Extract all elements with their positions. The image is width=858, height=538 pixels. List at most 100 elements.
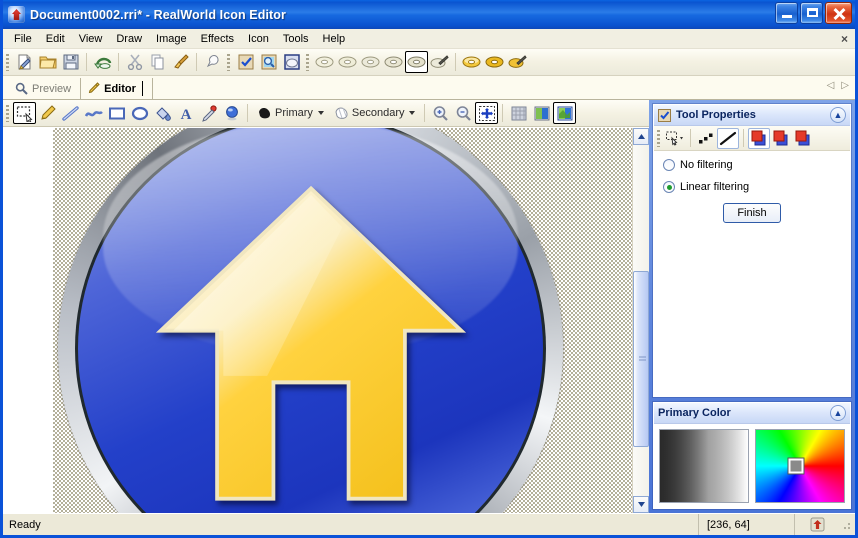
pencil-icon[interactable] — [36, 102, 59, 124]
minimize-button[interactable] — [775, 2, 798, 24]
layers-icon[interactable] — [530, 102, 553, 124]
option-no-filtering[interactable]: No filtering — [663, 159, 841, 171]
tool-properties-grip[interactable] — [657, 130, 660, 147]
grid-icon[interactable] — [507, 102, 530, 124]
tab-preview-label: Preview — [32, 83, 71, 95]
disc-gray-1-icon[interactable] — [313, 51, 336, 73]
disc-gray-3-icon[interactable] — [359, 51, 382, 73]
radio-linear-filtering[interactable] — [663, 181, 675, 193]
chevron-down-icon[interactable] — [318, 111, 324, 115]
open-folder-icon[interactable] — [36, 51, 59, 73]
toolbar-separator — [196, 53, 197, 71]
disc-pen-gray-icon[interactable] — [428, 51, 451, 73]
sphere-icon[interactable] — [220, 102, 243, 124]
tab-editor[interactable]: Editor — [80, 78, 153, 99]
toolbar-grip[interactable] — [6, 54, 9, 71]
menu-item-edit[interactable]: Edit — [39, 31, 72, 47]
alpha-gradient[interactable] — [659, 429, 749, 503]
combine-add-icon[interactable] — [770, 128, 792, 149]
rectangle-icon[interactable] — [105, 102, 128, 124]
cut-scissors-icon[interactable] — [123, 51, 146, 73]
chevron-up-icon[interactable]: ▲ — [830, 107, 846, 123]
menu-item-image[interactable]: Image — [149, 31, 194, 47]
selection-mode-icon[interactable] — [664, 128, 686, 149]
disc-gold-1-icon[interactable] — [460, 51, 483, 73]
color-cursor[interactable] — [789, 459, 804, 474]
tool-properties-separator — [690, 129, 691, 147]
disc-gray-4-icon[interactable] — [382, 51, 405, 73]
tool-properties-separator-2 — [743, 129, 744, 147]
menu-item-help[interactable]: Help — [316, 31, 353, 47]
chevron-down-icon[interactable] — [409, 111, 415, 115]
secondary-color-button[interactable]: Secondary — [329, 103, 421, 123]
close-button[interactable] — [825, 2, 852, 24]
rect-select-icon[interactable] — [13, 102, 36, 124]
eyedropper-icon[interactable] — [197, 102, 220, 124]
menu-item-draw[interactable]: Draw — [109, 31, 149, 47]
canvas-vertical-scrollbar[interactable] — [632, 128, 649, 513]
option-linear-filtering[interactable]: Linear filtering — [663, 181, 841, 193]
toolbar-separator — [86, 53, 87, 71]
primary-color-panel: Primary Color ▲ — [653, 402, 851, 509]
disc-gray-2-icon[interactable] — [336, 51, 359, 73]
checkbox-icon[interactable] — [234, 51, 257, 73]
bulb-icon[interactable] — [201, 51, 224, 73]
disc-gray-5-icon[interactable] — [405, 51, 428, 73]
zoom-in-icon[interactable] — [429, 102, 452, 124]
line-icon[interactable] — [59, 102, 82, 124]
toolbar-grip-3[interactable] — [306, 54, 309, 71]
canvas[interactable] — [3, 128, 632, 513]
tab-text-caret — [142, 81, 143, 96]
primary-color-button[interactable]: Primary — [252, 103, 329, 123]
editor-toolbar-grip[interactable] — [6, 105, 9, 122]
fit-icon[interactable] — [475, 102, 498, 124]
menu-item-effects[interactable]: Effects — [194, 31, 241, 47]
save-floppy-icon[interactable] — [59, 51, 82, 73]
tab-scroll-left-icon[interactable]: ◁ — [827, 80, 835, 91]
window-title: Document0002.rri* - RealWorld Icon Edito… — [30, 8, 286, 22]
combine-replace-icon[interactable] — [748, 128, 770, 149]
tab-scroll-right-icon[interactable]: ▷ — [841, 80, 849, 91]
ellipse-icon[interactable] — [128, 102, 151, 124]
new-document-icon[interactable] — [13, 51, 36, 73]
scroll-thumb[interactable] — [633, 271, 649, 447]
close-document-button[interactable]: × — [841, 32, 848, 46]
frame-icon[interactable] — [280, 51, 303, 73]
menu-item-view[interactable]: View — [72, 31, 110, 47]
dotted-line-icon[interactable] — [695, 128, 717, 149]
editor-toolbar: A Primary — [3, 100, 649, 127]
layers-active-icon[interactable] — [553, 102, 576, 124]
fill-bucket-icon[interactable] — [151, 102, 174, 124]
tab-preview[interactable]: Preview — [9, 78, 80, 99]
solid-line-icon[interactable] — [717, 128, 739, 149]
chevron-up-icon[interactable]: ▲ — [830, 405, 846, 421]
menu-item-icon[interactable]: Icon — [241, 31, 276, 47]
curve-icon[interactable] — [82, 102, 105, 124]
zoom-out-icon[interactable] — [452, 102, 475, 124]
combine-subtract-icon[interactable] — [792, 128, 814, 149]
radio-no-filtering[interactable] — [663, 159, 675, 171]
paste-brush-icon[interactable] — [169, 51, 192, 73]
toolbar-grip-2[interactable] — [227, 54, 230, 71]
hue-color-square[interactable] — [755, 429, 845, 503]
tab-editor-label: Editor — [104, 83, 136, 95]
svg-text:A: A — [180, 107, 191, 122]
copy-pages-icon[interactable] — [146, 51, 169, 73]
maximize-button[interactable] — [800, 2, 823, 24]
toolbar-separator — [118, 53, 119, 71]
text-tool-icon[interactable]: A — [174, 102, 197, 124]
scroll-track[interactable] — [633, 145, 649, 496]
disc-gold-2-icon[interactable] — [483, 51, 506, 73]
right-dock: Tool Properties ▲ — [649, 100, 855, 513]
scroll-up-button[interactable] — [633, 128, 649, 145]
editor-toolbar-separator-2 — [424, 104, 425, 122]
app-icon — [8, 6, 25, 23]
menu-item-file[interactable]: File — [7, 31, 39, 47]
resize-grip[interactable] — [839, 518, 853, 532]
scroll-down-button[interactable] — [633, 496, 649, 513]
menu-item-tools[interactable]: Tools — [276, 31, 316, 47]
undo-arrow-icon[interactable] — [91, 51, 114, 73]
magnifier-image-icon[interactable] — [257, 51, 280, 73]
finish-button[interactable]: Finish — [723, 203, 780, 223]
disc-pen-gold-icon[interactable] — [506, 51, 529, 73]
